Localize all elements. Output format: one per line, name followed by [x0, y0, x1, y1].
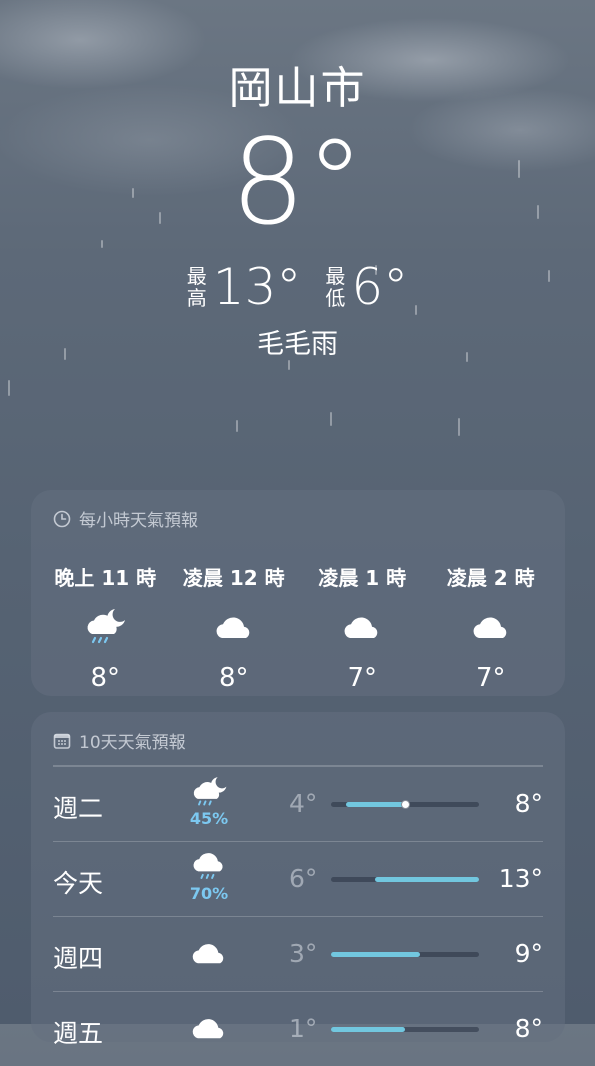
temp-range-fill [375, 877, 479, 882]
current-temp-dot [400, 800, 410, 809]
cloud-icon [179, 1014, 239, 1042]
temp-range-bar [331, 1027, 479, 1032]
day-low: 3° [289, 939, 318, 968]
hourly-header-label: 每小時天氣預報 [79, 511, 198, 531]
city-name: 岡山市 [228, 63, 367, 114]
calendar-icon [53, 732, 71, 750]
rain-streak [236, 420, 238, 432]
high-label: 最 高 [186, 264, 207, 310]
precip-chance: 70% [189, 884, 229, 903]
hour-item: 凌晨 1 時 7° [302, 562, 422, 693]
day-low: 6° [289, 864, 318, 893]
high-value: 13° [212, 258, 302, 316]
day-high: 8° [514, 1014, 543, 1043]
day-low: 4° [289, 789, 318, 818]
temp-range-fill [331, 1027, 405, 1032]
low-value: 6° [351, 258, 409, 316]
temp-range-bar [331, 800, 479, 809]
hour-temp: 7° [475, 663, 506, 693]
high-low-temperature: 最 高 13° 最 低 6° [0, 258, 595, 316]
cloud-rain-icon: 70% [179, 850, 239, 903]
rain-streak [288, 360, 290, 370]
day-name: 週二 [53, 794, 104, 823]
hour-time: 凌晨 12 時 [182, 566, 285, 590]
hourly-list: 晚上 11 時 8° 凌晨 12 時 8° 凌晨 1 時 7° 凌晨 2 時 7… [31, 562, 565, 693]
precip-chance: 45% [189, 809, 229, 828]
hour-item: 晚上 11 時 8° [45, 562, 165, 693]
temp-range-fill [345, 802, 405, 807]
hour-time: 晚上 11 時 [54, 566, 157, 590]
rain-streak [458, 418, 460, 436]
cloud-icon [179, 939, 239, 967]
day-low: 1° [289, 1014, 318, 1043]
rain-streak [8, 380, 10, 396]
day-name: 今天 [53, 869, 104, 898]
day-name: 週四 [53, 944, 104, 973]
hour-temp: 8° [218, 663, 249, 693]
hour-temp: 8° [90, 663, 121, 693]
high-temp: 最 高 13° [187, 258, 302, 316]
clock-icon [53, 510, 71, 528]
day-row[interactable]: 週五 1° 8° [53, 991, 543, 1066]
cloud-icon [471, 605, 511, 649]
hour-item: 凌晨 2 時 7° [431, 562, 551, 693]
hour-temp: 7° [347, 663, 378, 693]
low-label: 最 低 [325, 264, 346, 310]
cloud-moon-rain-icon: 45% [179, 775, 239, 828]
low-temp: 最 低 6° [325, 258, 408, 316]
day-high: 13° [498, 864, 543, 893]
temp-range-bar [331, 952, 479, 957]
hour-time: 凌晨 2 時 [446, 566, 535, 590]
day-high: 9° [514, 939, 543, 968]
day-row[interactable]: 今天 70% 6° 13° [53, 841, 543, 916]
cloud-icon [342, 605, 382, 649]
temp-range-fill [331, 952, 420, 957]
temp-range-bar [331, 877, 479, 882]
weather-condition: 毛毛雨 [257, 329, 338, 360]
hourly-forecast-card[interactable]: 每小時天氣預報 晚上 11 時 8° 凌晨 12 時 8° 凌晨 1 時 7° … [31, 490, 565, 696]
day-row[interactable]: 週二 45% 4° 8° [53, 766, 543, 841]
hour-time: 凌晨 1 時 [318, 566, 407, 590]
day-name: 週五 [53, 1019, 104, 1048]
cloud-moon-rain-icon [82, 605, 128, 649]
hourly-header: 每小時天氣預報 [53, 506, 565, 531]
day-high: 8° [514, 789, 543, 818]
daily-header-label: 10天天氣預報 [79, 733, 186, 753]
hour-item: 凌晨 12 時 8° [174, 562, 294, 693]
daily-header: 10天天氣預報 [53, 728, 565, 753]
current-temperature: 8° [230, 113, 365, 251]
ten-day-forecast-card[interactable]: 10天天氣預報 週二 45% 4° 8° 今天 70% 6° 13° 週四 3° [31, 712, 565, 1048]
day-row[interactable]: 週四 3° 9° [53, 916, 543, 991]
rain-streak [330, 412, 332, 426]
cloud-icon [214, 605, 254, 649]
